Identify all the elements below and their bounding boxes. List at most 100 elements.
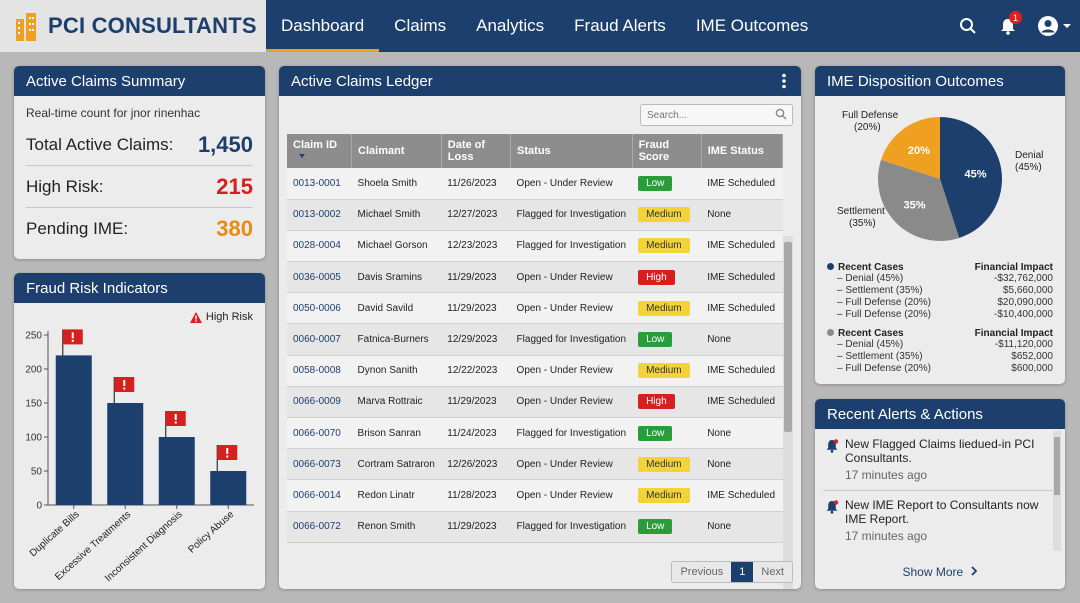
bar-inconsistent-diagnosis[interactable] [158, 437, 195, 505]
search-input[interactable] [640, 104, 793, 126]
table-row[interactable]: 0066-0073 Cortram Satraron 12/26/2023 Open … [287, 448, 783, 481]
account-menu-button[interactable] [1028, 6, 1080, 46]
scrollbar-thumb[interactable] [784, 242, 792, 432]
date-of-loss-cell: 11/29/2023 [441, 511, 511, 543]
ime-status-cell: IME Scheduled [701, 261, 783, 294]
show-more-link[interactable]: Show More [815, 565, 1065, 579]
fraud-score-cell: Medium [632, 355, 702, 387]
column-header-label: Status [517, 145, 551, 157]
next-page-button[interactable]: Next [753, 562, 792, 582]
impact-head: Financial Impact [974, 262, 1053, 273]
table-row[interactable]: 0066-0014 Redon Linatr 11/28/2023 Open - Un… [287, 479, 783, 512]
alerts-scrollbar[interactable] [1053, 431, 1061, 551]
alert-item[interactable]: New IME Report to Consultants now IME Re… [823, 498, 1061, 543]
fraud-score-badge: High [638, 394, 675, 410]
column-header[interactable]: Claim ID [287, 134, 353, 168]
top-icons: 1 [948, 0, 1080, 52]
slice-outer-label: Full Defense [842, 110, 899, 121]
y-tick-label: 100 [25, 433, 42, 444]
claim-id-cell[interactable]: 0066-0014 [287, 479, 352, 512]
bar-excessive-treatments[interactable] [107, 403, 144, 505]
table-row[interactable]: 0066-0072 Renon Smith 11/29/2023 Flagged fo… [287, 511, 783, 543]
date-of-loss-cell: 12/26/2023 [441, 448, 511, 481]
slice-inner-label: 35% [904, 199, 926, 211]
section-title: Recent Cases [838, 328, 904, 339]
column-header[interactable]: Fraud Score [632, 134, 702, 168]
search-button[interactable] [948, 6, 988, 46]
fraud-score-cell: Medium [632, 292, 702, 325]
nav-tab-analytics[interactable]: Analytics [461, 0, 559, 52]
table-row[interactable]: 0013-0001 Shoela Smith 11/26/2023 Open - Un… [287, 168, 783, 200]
fraud-score-cell: Low [632, 417, 702, 450]
bar-policy-abuse[interactable] [210, 471, 247, 505]
claim-id-cell[interactable]: 0013-0001 [287, 168, 352, 200]
claim-id-cell[interactable]: 0066-0072 [287, 511, 352, 543]
impact-value: -$10,400,000 [994, 309, 1053, 320]
claims-table: Claim ID Claimant Date of Loss Status Fraud … [287, 134, 784, 543]
date-of-loss-cell: 11/28/2023 [441, 479, 511, 512]
claim-id-cell[interactable]: 0060-0007 [287, 323, 352, 356]
claim-id-cell[interactable]: 0050-0006 [287, 292, 352, 325]
scrollbar-thumb[interactable] [1054, 437, 1060, 495]
claim-id-cell[interactable]: 0028-0004 [287, 230, 352, 263]
more-vertical-icon[interactable] [781, 73, 787, 89]
date-of-loss-cell: 12/22/2023 [441, 355, 511, 387]
impact-label: – Settlement (35%) [837, 351, 923, 363]
top-bar: PCI CONSULTANTS Dashboard Claims Analytics… [0, 0, 1080, 52]
column-header[interactable]: Date of Loss [441, 134, 512, 168]
table-row[interactable]: 0060-0007 Fatnica-Burners 12/29/2023 Flagge… [287, 323, 783, 356]
table-row[interactable]: 0028-0004 Michael Gorson 12/23/2023 Flagged… [287, 230, 783, 263]
previous-page-button[interactable]: Previous [672, 562, 732, 582]
slice-outer-label: Settlement [837, 206, 885, 217]
claim-id-cell[interactable]: 0058-0008 [287, 355, 352, 387]
fraud-score-cell: High [632, 261, 702, 294]
column-header[interactable]: Claimant [351, 134, 442, 168]
impact-label-text: Denial (45%) [845, 273, 904, 284]
search-icon [775, 108, 787, 120]
chevron-down-icon [1062, 24, 1071, 28]
nav-tab-dashboard[interactable]: Dashboard [266, 0, 380, 52]
y-tick-label: 0 [36, 501, 42, 512]
ime-status-cell: IME Scheduled [701, 292, 783, 325]
claim-id-cell[interactable]: 0066-0073 [287, 448, 352, 481]
nav-tab-fraud-alerts[interactable]: Fraud Alerts [559, 0, 681, 52]
brand[interactable]: PCI CONSULTANTS [0, 0, 266, 52]
table-row[interactable]: 0013-0002 Michael Smith 12/27/2023 Flagged … [287, 199, 783, 231]
alert-item[interactable]: New Flagged Claims liedued-in PCI Consul… [823, 437, 1061, 482]
status-cell: Flagged for Investigation [510, 417, 633, 450]
main-nav: Dashboard Claims Analytics Fraud Alerts IME … [266, 0, 823, 52]
column-header-label: Claimant [358, 145, 405, 157]
bar-duplicate-bills[interactable] [55, 355, 92, 505]
table-row[interactable]: 0050-0006 David Savild 11/29/2023 Open - Un… [287, 292, 783, 325]
table-row[interactable]: 0066-0009 Marva Rottraic 11/29/2023 Open - … [287, 386, 783, 419]
ime-status-cell: IME Scheduled [701, 386, 783, 419]
notifications-button[interactable]: 1 [988, 6, 1028, 46]
summary-label: Total Active Claims: [26, 134, 174, 154]
current-page-button[interactable]: 1 [731, 562, 754, 582]
slice-outer-pct: (35%) [849, 218, 876, 229]
alert-bell-icon [826, 439, 839, 453]
alert-divider [823, 490, 1053, 491]
status-cell: Flagged for Investigation [510, 199, 633, 231]
ime-status-cell: None [701, 323, 783, 356]
nav-tab-claims[interactable]: Claims [379, 0, 461, 52]
claim-id-cell[interactable]: 0013-0002 [287, 199, 352, 231]
table-row[interactable]: 0058-0008 Dynon Sanith 12/22/2023 Open - Un… [287, 355, 783, 387]
table-row[interactable]: 0036-0005 Davis Sramins 11/29/2023 Open - U… [287, 261, 783, 294]
table-scrollbar[interactable] [783, 236, 793, 589]
claim-id-cell[interactable]: 0066-0009 [287, 386, 352, 419]
red-flag-icon [165, 411, 186, 437]
impact-label-text: Settlement (35%) [845, 351, 923, 362]
claim-id-cell[interactable]: 0036-0005 [287, 261, 352, 294]
column-header[interactable]: IME Status [701, 134, 784, 168]
column-header[interactable]: Status [510, 134, 633, 168]
table-row[interactable]: 0066-0070 Brison Sanran 11/24/2023 Flagged … [287, 417, 783, 450]
summary-label: High Risk: [26, 176, 104, 196]
nav-tab-ime-outcomes[interactable]: IME Outcomes [681, 0, 823, 52]
ime-status-cell: IME Scheduled [701, 230, 783, 263]
claim-id-cell[interactable]: 0066-0070 [287, 417, 352, 450]
impact-value: $652,000 [1011, 351, 1053, 362]
impact-line: – Full Defense (20%) $20,090,000 [827, 297, 1053, 309]
recent-alerts-panel: Recent Alerts & Actions New Flagged Clai… [815, 399, 1065, 589]
column-header-label: Date of Loss [447, 139, 486, 163]
